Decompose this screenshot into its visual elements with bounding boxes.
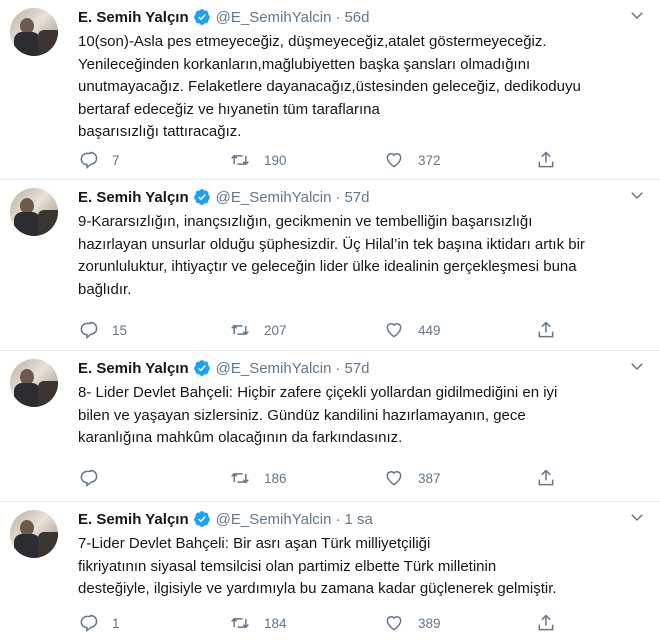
like-count: 449	[418, 322, 441, 338]
retweet-count: 207	[264, 322, 287, 338]
like-count: 389	[418, 615, 441, 631]
verified-badge-icon	[193, 9, 210, 25]
heart-icon	[386, 471, 402, 486]
tweet[interactable]: E. Semih Yalçın @E_SemihYalcin · 1 sa 7-…	[0, 502, 660, 642]
separator: ·	[335, 188, 341, 206]
share-button[interactable]	[536, 467, 570, 489]
retweet-count: 190	[264, 152, 287, 168]
timestamp[interactable]: 1 sa	[344, 511, 372, 528]
reply-button[interactable]: 15	[78, 319, 127, 341]
like-button[interactable]: 389	[384, 612, 441, 634]
timestamp[interactable]: 56d	[344, 9, 369, 26]
like-count: 387	[418, 470, 441, 486]
share-icon	[538, 614, 554, 631]
retweet-count: 186	[264, 470, 287, 486]
separator: ·	[335, 510, 341, 528]
tweet-text: 10(son)-Asla pes etmeyeceğiz, düşmeyeceğ…	[78, 33, 581, 140]
heart-icon	[386, 323, 402, 338]
reply-button[interactable]: 1	[78, 612, 120, 634]
retweet-icon	[231, 154, 249, 166]
reply-button[interactable]	[78, 467, 112, 489]
tweet-text: 9-Kararsızlığın, inançsızlığın, gecikmen…	[78, 213, 585, 298]
tweet-header: E. Semih Yalçın @E_SemihYalcin · 56d	[78, 6, 370, 28]
user-handle[interactable]: @E_SemihYalcin	[216, 511, 332, 528]
tweet[interactable]: E. Semih Yalçın @E_SemihYalcin · 56d 10(…	[0, 0, 660, 180]
display-name[interactable]: E. Semih Yalçın	[78, 360, 189, 377]
like-button[interactable]: 387	[384, 467, 441, 489]
display-name[interactable]: E. Semih Yalçın	[78, 189, 189, 206]
retweet-button[interactable]: 207	[230, 319, 287, 341]
chevron-down-icon[interactable]	[628, 186, 646, 204]
user-handle[interactable]: @E_SemihYalcin	[216, 360, 332, 377]
tweet[interactable]: E. Semih Yalçın @E_SemihYalcin · 57d 8- …	[0, 351, 660, 502]
retweet-count: 184	[264, 615, 287, 631]
user-handle[interactable]: @E_SemihYalcin	[216, 9, 332, 26]
tweet-text: 7-Lider Devlet Bahçeli: Bir asrı aşan Tü…	[78, 535, 557, 597]
retweet-button[interactable]: 190	[230, 149, 287, 171]
verified-badge-icon	[193, 360, 210, 376]
reply-icon	[80, 151, 98, 170]
retweet-icon	[231, 617, 249, 629]
display-name[interactable]: E. Semih Yalçın	[78, 9, 189, 26]
chevron-down-icon[interactable]	[628, 6, 646, 24]
separator: ·	[335, 359, 341, 377]
timestamp[interactable]: 57d	[344, 360, 369, 377]
reply-count: 1	[112, 615, 120, 631]
reply-icon	[80, 321, 98, 340]
tweet-header: E. Semih Yalçın @E_SemihYalcin · 57d	[78, 186, 370, 208]
like-button[interactable]: 449	[384, 319, 441, 341]
avatar[interactable]	[10, 188, 58, 236]
share-icon	[538, 321, 554, 338]
reply-button[interactable]: 7	[78, 149, 120, 171]
avatar[interactable]	[10, 8, 58, 56]
avatar[interactable]	[10, 510, 58, 558]
retweet-icon	[231, 472, 249, 484]
like-button[interactable]: 372	[384, 149, 441, 171]
separator: ·	[335, 8, 341, 26]
retweet-button[interactable]: 184	[230, 612, 287, 634]
avatar[interactable]	[10, 359, 58, 407]
tweet-actions: 7 190 372	[78, 149, 578, 171]
display-name[interactable]: E. Semih Yalçın	[78, 511, 189, 528]
like-count: 372	[418, 152, 441, 168]
reply-count: 15	[112, 322, 128, 338]
verified-badge-icon	[193, 189, 210, 205]
timestamp[interactable]: 57d	[344, 189, 369, 206]
share-button[interactable]	[536, 149, 570, 171]
retweet-icon	[231, 324, 249, 336]
tweet-actions: 15 207 449	[78, 319, 578, 341]
user-handle[interactable]: @E_SemihYalcin	[216, 189, 332, 206]
reply-icon	[80, 469, 98, 488]
share-icon	[538, 469, 554, 486]
tweet-actions: 1 184 389	[78, 612, 578, 634]
reply-count: 7	[112, 152, 120, 168]
tweet-header: E. Semih Yalçın @E_SemihYalcin · 1 sa	[78, 508, 373, 530]
share-icon	[538, 151, 554, 168]
retweet-button[interactable]: 186	[230, 467, 287, 489]
tweet[interactable]: E. Semih Yalçın @E_SemihYalcin · 57d 9-K…	[0, 180, 660, 351]
tweet-header: E. Semih Yalçın @E_SemihYalcin · 57d	[78, 357, 370, 379]
share-button[interactable]	[536, 319, 570, 341]
heart-icon	[386, 153, 402, 168]
share-button[interactable]	[536, 612, 570, 634]
tweet-text: 8- Lider Devlet Bahçeli: Hiçbir zafere ç…	[78, 384, 558, 446]
verified-badge-icon	[193, 511, 210, 527]
chevron-down-icon[interactable]	[628, 357, 646, 375]
heart-icon	[386, 616, 402, 631]
tweet-actions: 186 387	[78, 467, 578, 489]
reply-icon	[80, 614, 98, 633]
chevron-down-icon[interactable]	[628, 508, 646, 526]
